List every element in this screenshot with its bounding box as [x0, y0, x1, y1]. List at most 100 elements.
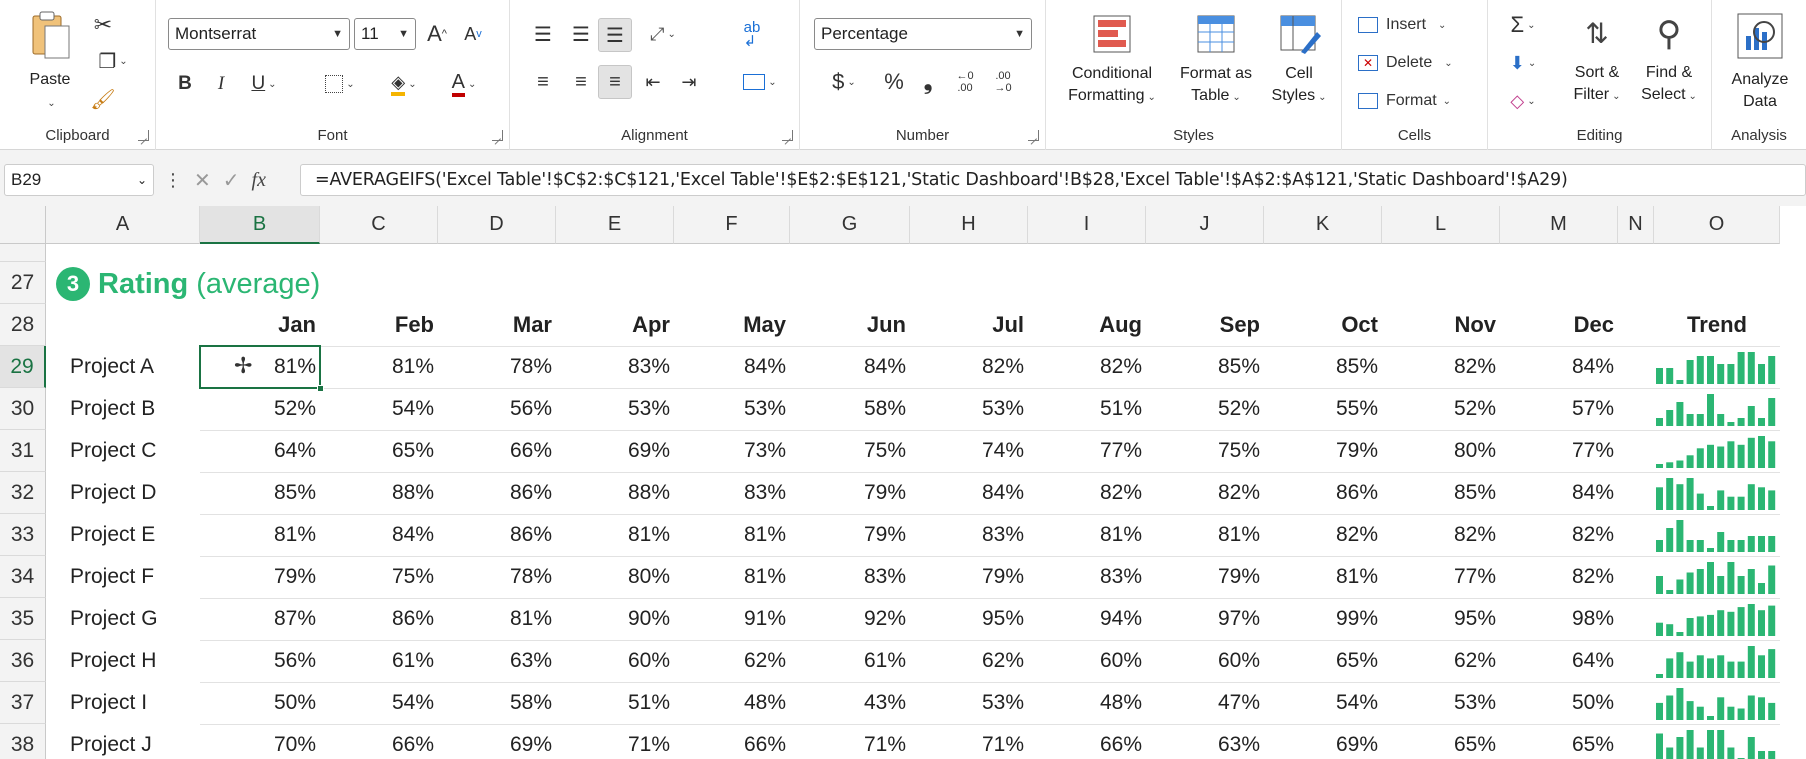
rating-cell[interactable]: 56% — [438, 388, 556, 430]
rating-cell[interactable]: 69% — [1264, 724, 1382, 759]
rating-cell[interactable]: 54% — [1264, 682, 1382, 724]
align-top-button[interactable]: ☰ — [526, 18, 560, 50]
rating-cell[interactable]: 66% — [1028, 724, 1146, 759]
font-size-select[interactable]: 11 ▼ — [354, 18, 416, 50]
paste-button[interactable]: Paste ⌄ — [20, 10, 80, 115]
row-header-29[interactable]: 29 — [0, 346, 46, 388]
rating-cell[interactable]: 65% — [1500, 724, 1618, 759]
rating-cell[interactable]: 84% — [320, 514, 438, 556]
rating-cell[interactable]: 80% — [1382, 430, 1500, 472]
delete-button[interactable]: ✕ Delete ⌄ — [1358, 48, 1474, 78]
number-launcher-icon[interactable] — [1028, 130, 1039, 141]
rating-cell[interactable]: 83% — [556, 346, 674, 388]
project-name-cell[interactable]: Project B — [70, 388, 200, 430]
bold-button[interactable]: B — [170, 68, 200, 100]
rating-cell[interactable]: 83% — [1028, 556, 1146, 598]
clipboard-launcher-icon[interactable] — [138, 130, 149, 141]
insert-button[interactable]: Insert ⌄ — [1358, 10, 1474, 40]
align-right-button[interactable]: ≡ — [598, 65, 632, 99]
rating-cell[interactable]: 65% — [1382, 724, 1500, 759]
rating-cell[interactable]: 86% — [438, 514, 556, 556]
row-header-33[interactable]: 33 — [0, 514, 46, 556]
increase-decimal-button[interactable]: ←0 .00 — [948, 66, 982, 98]
project-name-cell[interactable]: Project F — [70, 556, 200, 598]
rating-cell[interactable]: 81% — [320, 346, 438, 388]
cut-button[interactable]: ✂ — [88, 10, 118, 40]
align-bottom-button[interactable]: ☰ — [598, 18, 632, 52]
rating-cell[interactable]: 79% — [1264, 430, 1382, 472]
rating-cell[interactable]: 64% — [1500, 640, 1618, 682]
project-name-cell[interactable]: Project J — [70, 724, 200, 759]
copy-button[interactable]: ❐ ⌄ — [88, 46, 138, 76]
rating-cell[interactable]: 83% — [910, 514, 1028, 556]
rating-cell[interactable]: 62% — [674, 640, 790, 682]
project-name-cell[interactable]: Project I — [70, 682, 200, 724]
rating-cell[interactable]: 81% — [674, 514, 790, 556]
cancel-icon[interactable]: ✕ — [194, 168, 211, 193]
rating-cell[interactable]: 62% — [1382, 640, 1500, 682]
conditional-formatting-button[interactable]: Conditional Formatting ⌄ — [1056, 12, 1168, 109]
rating-cell[interactable]: 81% — [438, 598, 556, 640]
rating-cell[interactable]: 81% — [1146, 514, 1264, 556]
rating-cell[interactable]: 60% — [1146, 640, 1264, 682]
column-header-h[interactable]: H — [910, 206, 1028, 244]
rating-cell[interactable]: 81% — [674, 556, 790, 598]
fill-color-button[interactable]: ◈ ⌄ — [378, 68, 430, 100]
rating-cell[interactable]: 69% — [438, 724, 556, 759]
rating-cell[interactable]: 62% — [910, 640, 1028, 682]
rating-cell[interactable]: 95% — [1382, 598, 1500, 640]
align-middle-button[interactable]: ☰ — [564, 18, 598, 50]
rating-cell[interactable]: 53% — [910, 682, 1028, 724]
rating-cell[interactable]: 84% — [910, 472, 1028, 514]
row-header-35[interactable]: 35 — [0, 598, 46, 640]
month-header-dec[interactable]: Dec — [1500, 304, 1618, 346]
rating-cell[interactable]: 63% — [438, 640, 556, 682]
alignment-launcher-icon[interactable] — [782, 130, 793, 141]
name-box[interactable]: B29 ⌄ — [4, 164, 154, 196]
rating-cell[interactable]: 70% — [200, 724, 320, 759]
project-name-cell[interactable]: Project G — [70, 598, 200, 640]
fill-button[interactable]: ⬇ ⌄ — [1498, 48, 1548, 78]
rating-cell[interactable]: 77% — [1500, 430, 1618, 472]
italic-button[interactable]: I — [206, 68, 236, 100]
rating-cell[interactable]: 55% — [1264, 388, 1382, 430]
rating-cell[interactable]: 85% — [200, 472, 320, 514]
rating-cell[interactable]: 79% — [790, 472, 910, 514]
accounting-format-button[interactable]: $ ⌄ — [818, 66, 870, 98]
rating-cell[interactable]: 47% — [1146, 682, 1264, 724]
column-header-e[interactable]: E — [556, 206, 674, 244]
rating-cell[interactable]: 82% — [1382, 346, 1500, 388]
rating-cell[interactable]: 75% — [1146, 430, 1264, 472]
rating-cell[interactable]: 50% — [1500, 682, 1618, 724]
rating-cell[interactable]: 74% — [910, 430, 1028, 472]
month-header-aug[interactable]: Aug — [1028, 304, 1146, 346]
row-header-28[interactable]: 28 — [0, 304, 46, 346]
find-select-button[interactable]: ⚲ Find & Select ⌄ — [1634, 10, 1704, 108]
rating-cell[interactable]: 56% — [200, 640, 320, 682]
rating-cell[interactable]: 82% — [1028, 472, 1146, 514]
rating-cell[interactable]: 66% — [674, 724, 790, 759]
rating-cell[interactable]: 86% — [438, 472, 556, 514]
rating-cell[interactable]: 85% — [1382, 472, 1500, 514]
rating-cell[interactable]: 54% — [320, 388, 438, 430]
project-name-cell[interactable]: Project C — [70, 430, 200, 472]
rating-cell[interactable]: 81% — [200, 514, 320, 556]
rating-cell[interactable]: 50% — [200, 682, 320, 724]
autosum-button[interactable]: Σ ⌄ — [1498, 10, 1548, 40]
rating-cell[interactable]: 58% — [790, 388, 910, 430]
column-header-d[interactable]: D — [438, 206, 556, 244]
rating-cell[interactable]: 82% — [910, 346, 1028, 388]
clear-button[interactable]: ◇ ⌄ — [1498, 86, 1548, 116]
rating-cell[interactable]: 87% — [200, 598, 320, 640]
rating-cell[interactable]: 82% — [1028, 346, 1146, 388]
rating-cell[interactable]: 85% — [1146, 346, 1264, 388]
rating-cell[interactable]: 78% — [438, 556, 556, 598]
rating-cell[interactable]: 91% — [674, 598, 790, 640]
rating-cell[interactable]: 98% — [1500, 598, 1618, 640]
column-header-l[interactable]: L — [1382, 206, 1500, 244]
row-header-37[interactable]: 37 — [0, 682, 46, 724]
font-color-button[interactable]: A ⌄ — [438, 68, 490, 100]
rating-cell[interactable]: 63% — [1146, 724, 1264, 759]
rating-cell[interactable]: 82% — [1500, 514, 1618, 556]
column-header-f[interactable]: F — [674, 206, 790, 244]
